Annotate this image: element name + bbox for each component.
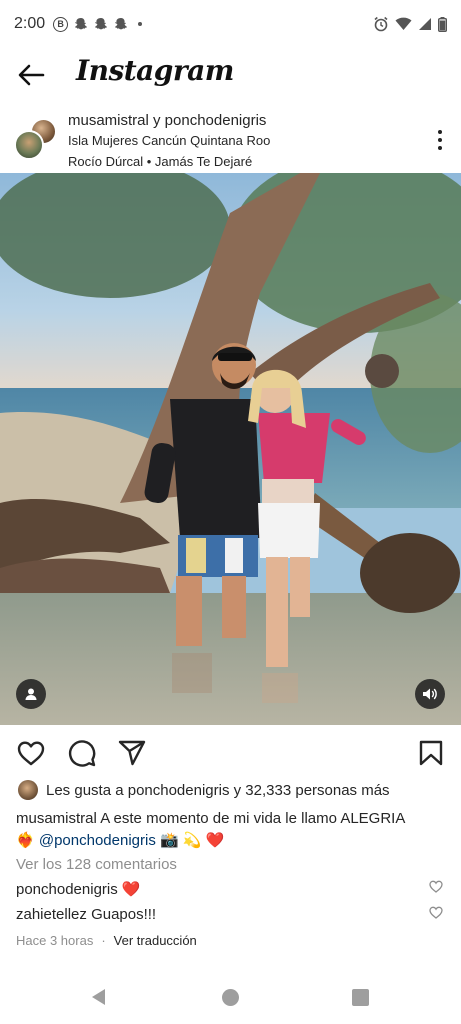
b-badge-icon: B bbox=[53, 16, 69, 32]
view-comments-link[interactable]: Ver los 128 comentarios bbox=[16, 856, 177, 873]
more-options-icon[interactable] bbox=[437, 130, 443, 150]
signal-icon bbox=[419, 18, 431, 30]
meta-separator: · bbox=[101, 933, 106, 948]
tagged-users-button[interactable] bbox=[16, 679, 46, 709]
post-actions bbox=[0, 734, 461, 774]
post-usernames[interactable]: musamistral y ponchodenigris bbox=[68, 112, 270, 129]
share-icon[interactable] bbox=[117, 738, 147, 768]
comment-text: Guapos!!! bbox=[91, 906, 157, 923]
system-icons bbox=[373, 16, 447, 32]
save-bookmark-icon[interactable] bbox=[416, 738, 446, 768]
notification-icons: B bbox=[53, 16, 143, 32]
back-arrow-icon[interactable] bbox=[16, 62, 46, 88]
speaker-icon bbox=[423, 688, 437, 700]
comment-like-heart-icon[interactable] bbox=[429, 880, 443, 893]
post-header: musamistral y ponchodenigris Isla Mujere… bbox=[0, 106, 461, 172]
comment-username[interactable]: ponchodenigris bbox=[16, 881, 118, 898]
status-time: 2:00 bbox=[14, 15, 46, 32]
nav-recents-icon[interactable] bbox=[352, 989, 369, 1006]
avatar[interactable] bbox=[14, 130, 44, 160]
translate-link[interactable]: Ver traducción bbox=[114, 933, 197, 948]
caption-emoji-left: ❤️‍🔥 bbox=[16, 832, 35, 849]
comment-icon[interactable] bbox=[67, 738, 97, 768]
comment-username[interactable]: zahietellez bbox=[16, 906, 87, 923]
snapchat-icon bbox=[115, 18, 128, 30]
beach-photo-image bbox=[0, 173, 461, 725]
caption-mention[interactable]: @ponchodenigris bbox=[39, 832, 156, 849]
status-bar: 2:00 B bbox=[0, 0, 461, 48]
like-heart-icon[interactable] bbox=[16, 738, 46, 768]
system-nav-bar bbox=[0, 972, 461, 1024]
likes-row[interactable]: Les gusta a ponchodenigris y 32,333 pers… bbox=[18, 780, 390, 800]
likes-text: Les gusta a ponchodenigris y 32,333 pers… bbox=[46, 781, 390, 799]
comment-row: ponchodenigris ❤️ bbox=[16, 880, 141, 898]
nav-home-icon[interactable] bbox=[222, 989, 239, 1006]
app-bar: Instagram bbox=[0, 48, 461, 102]
post-photo[interactable] bbox=[0, 173, 461, 725]
comment-text: ❤️ bbox=[121, 881, 141, 898]
sound-toggle-button[interactable] bbox=[415, 679, 445, 709]
post-music[interactable]: Rocío Dúrcal • Jamás Te Dejaré bbox=[68, 154, 270, 169]
wifi-icon bbox=[395, 17, 412, 30]
user-icon bbox=[25, 688, 37, 700]
instagram-logo: Instagram bbox=[76, 54, 234, 87]
snapchat-icon bbox=[95, 18, 108, 30]
battery-icon bbox=[438, 16, 447, 32]
dot-icon bbox=[138, 22, 143, 26]
post-time: Hace 3 horas bbox=[16, 933, 94, 948]
comment-like-heart-icon[interactable] bbox=[429, 906, 443, 919]
alarm-icon bbox=[374, 16, 388, 32]
post-meta: Hace 3 horas · Ver traducción bbox=[16, 933, 197, 948]
post-header-text: musamistral y ponchodenigris Isla Mujere… bbox=[68, 112, 270, 169]
post-location[interactable]: Isla Mujeres Cancún Quintana Roo bbox=[68, 133, 270, 148]
caption-username[interactable]: musamistral bbox=[16, 810, 97, 827]
caption-emoji-right: 📸 💫 ❤️ bbox=[160, 832, 225, 849]
comment-row: zahietellez Guapos!!! bbox=[16, 906, 156, 923]
snapchat-icon bbox=[75, 18, 88, 30]
post-caption: musamistral A este momento de mi vida le… bbox=[16, 808, 446, 852]
avatar bbox=[18, 780, 38, 800]
nav-back-icon[interactable] bbox=[90, 988, 108, 1006]
caption-text: A este momento de mi vida le llamo ALEGR… bbox=[100, 810, 406, 827]
